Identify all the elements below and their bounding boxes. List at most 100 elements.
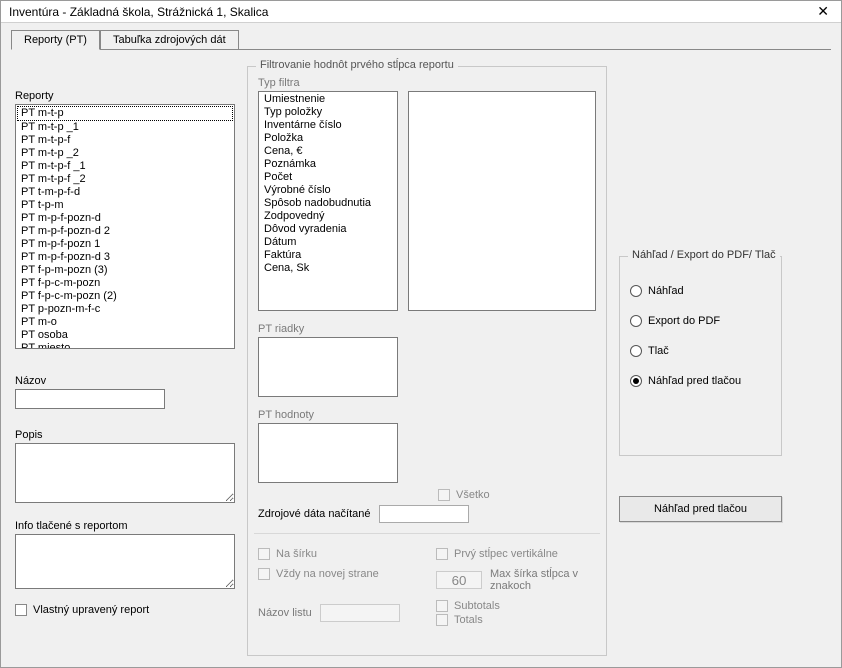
zdrojove-label: Zdrojové dáta načítané: [258, 508, 371, 520]
nazov-input[interactable]: [15, 389, 165, 409]
reporty-listbox[interactable]: PT m-t-pPT m-t-p _1PT m-t-p-fPT m-t-p _2…: [15, 104, 235, 349]
list-item[interactable]: Spôsob nadobudnutia: [260, 197, 396, 210]
list-item[interactable]: PT miesto: [17, 342, 233, 349]
na-sirku-label: Na šírku: [276, 548, 317, 560]
nazov-label: Názov: [15, 375, 235, 387]
radio-icon: [630, 285, 642, 297]
max-sirka-input[interactable]: [436, 571, 482, 589]
radio-option[interactable]: Tlač: [630, 345, 771, 357]
list-item[interactable]: PT t-p-m: [17, 199, 233, 212]
list-item[interactable]: PT m-p-f-pozn-d: [17, 212, 233, 225]
nazov-listu-label: Názov listu: [258, 607, 312, 619]
radio-label: Tlač: [648, 345, 669, 357]
list-item[interactable]: PT m-p-f-pozn-d 2: [17, 225, 233, 238]
list-item[interactable]: PT f-p-c-m-pozn: [17, 277, 233, 290]
tab-zdrojove[interactable]: Tabuľka zdrojových dát: [100, 30, 239, 50]
max-sirka-label: Max šírka stĺpca v znakoch: [490, 568, 596, 592]
list-item[interactable]: Faktúra: [260, 249, 396, 262]
radio-option[interactable]: Export do PDF: [630, 315, 771, 327]
list-item[interactable]: Typ položky: [260, 106, 396, 119]
checkbox-icon: [258, 548, 270, 560]
list-item[interactable]: PT m-t-p-f: [17, 134, 233, 147]
pt-riadky-label: PT riadky: [258, 323, 596, 335]
app-window: Inventúra - Základná škola, Strážnická 1…: [0, 0, 842, 668]
na-sirku-checkbox[interactable]: Na šírku: [258, 548, 418, 560]
checkbox-icon: [436, 614, 448, 626]
titlebar: Inventúra - Základná škola, Strážnická 1…: [1, 1, 841, 23]
list-item[interactable]: Cena, Sk: [260, 262, 396, 275]
popis-label: Popis: [15, 429, 235, 441]
list-item[interactable]: PT m-p-f-pozn-d 3: [17, 251, 233, 264]
list-item[interactable]: PT t-m-p-f-d: [17, 186, 233, 199]
list-item[interactable]: Položka: [260, 132, 396, 145]
list-item[interactable]: Umiestnenie: [260, 93, 396, 106]
vlastny-upraveny-checkbox[interactable]: Vlastný upravený report: [15, 604, 235, 616]
right-column: Náhľad / Export do PDF/ Tlač Náhľad Expor…: [619, 60, 827, 656]
radio-icon: [630, 345, 642, 357]
filter-group-title: Filtrovanie hodnôt prvého stĺpca reportu: [256, 59, 458, 71]
totals-label: Totals: [454, 614, 483, 626]
typ-filtra-label: Typ filtra: [258, 77, 596, 89]
prvy-stlpec-checkbox[interactable]: Prvý stĺpec vertikálne: [436, 548, 596, 560]
list-item[interactable]: Dôvod vyradenia: [260, 223, 396, 236]
radio-option[interactable]: Náhľad pred tlačou: [630, 375, 771, 387]
nazov-listu-input[interactable]: [320, 604, 400, 622]
pt-hodnoty-label: PT hodnoty: [258, 409, 596, 421]
list-item[interactable]: PT osoba: [17, 329, 233, 342]
list-item[interactable]: PT f-p-c-m-pozn (2): [17, 290, 233, 303]
list-item[interactable]: Výrobné číslo: [260, 184, 396, 197]
checkbox-icon: [438, 489, 450, 501]
list-item[interactable]: PT m-p-f-pozn 1: [17, 238, 233, 251]
info-textarea[interactable]: [15, 534, 235, 589]
list-item[interactable]: PT p-pozn-m-f-c: [17, 303, 233, 316]
vzdy-novej-checkbox[interactable]: Vždy na novej strane: [258, 568, 418, 580]
list-item[interactable]: Cena, €: [260, 145, 396, 158]
list-item[interactable]: Počet: [260, 171, 396, 184]
radio-option[interactable]: Náhľad: [630, 285, 771, 297]
list-item[interactable]: PT m-t-p-f _2: [17, 173, 233, 186]
list-item[interactable]: PT m-t-p _1: [17, 121, 233, 134]
list-item[interactable]: Poznámka: [260, 158, 396, 171]
zdrojove-row: Zdrojové dáta načítané: [258, 505, 596, 523]
max-sirka-row: Max šírka stĺpca v znakoch: [436, 568, 596, 592]
totals-checkbox[interactable]: Totals: [436, 614, 596, 626]
list-item[interactable]: PT m-o: [17, 316, 233, 329]
list-item[interactable]: Inventárne číslo: [260, 119, 396, 132]
list-item[interactable]: Dátum: [260, 236, 396, 249]
vsetko-label: Všetko: [456, 489, 490, 501]
left-column: Reporty PT m-t-pPT m-t-p _1PT m-t-p-fPT …: [15, 60, 235, 656]
list-item[interactable]: PT m-t-p-f _1: [17, 160, 233, 173]
list-item[interactable]: PT m-t-p _2: [17, 147, 233, 160]
zdrojove-input[interactable]: [379, 505, 469, 523]
list-item[interactable]: PT f-p-m-pozn (3): [17, 264, 233, 277]
checkbox-icon: [436, 548, 448, 560]
preview-button[interactable]: Náhľad pred tlačou: [619, 496, 782, 522]
reporty-label: Reporty: [15, 90, 235, 102]
info-label: Info tlačené s reportom: [15, 520, 235, 532]
popis-textarea[interactable]: [15, 443, 235, 503]
radio-label: Náhľad: [648, 285, 684, 297]
pt-riadky-listbox[interactable]: [258, 337, 398, 397]
subtotals-checkbox[interactable]: Subtotals: [436, 600, 596, 612]
tabs: Reporty (PT) Tabuľka zdrojových dát: [1, 23, 841, 49]
radio-label: Export do PDF: [648, 315, 720, 327]
typ-filtra-listbox[interactable]: UmiestnenieTyp položkyInventárne čísloPo…: [258, 91, 398, 311]
radio-icon: [630, 375, 642, 387]
list-item[interactable]: PT m-t-p: [17, 106, 233, 121]
pt-hodnoty-listbox[interactable]: [258, 423, 398, 483]
filter-values-listbox[interactable]: [408, 91, 596, 311]
checkbox-icon: [15, 604, 27, 616]
vsetko-checkbox[interactable]: Všetko: [438, 489, 596, 501]
radio-icon: [630, 315, 642, 327]
checkbox-icon: [258, 568, 270, 580]
tab-panel: Reporty PT m-t-pPT m-t-p _1PT m-t-p-fPT …: [1, 50, 841, 666]
tab-reporty[interactable]: Reporty (PT): [11, 30, 100, 50]
output-group-title: Náhľad / Export do PDF/ Tlač: [628, 249, 780, 261]
close-icon[interactable]: ✕: [809, 3, 837, 20]
filter-groupbox: Filtrovanie hodnôt prvého stĺpca reportu…: [247, 66, 607, 656]
middle-column: Filtrovanie hodnôt prvého stĺpca reportu…: [247, 60, 607, 656]
radio-label: Náhľad pred tlačou: [648, 375, 741, 387]
subtotals-label: Subtotals: [454, 600, 500, 612]
output-groupbox: Náhľad / Export do PDF/ Tlač NáhľadExpor…: [619, 256, 782, 456]
list-item[interactable]: Zodpovedný: [260, 210, 396, 223]
